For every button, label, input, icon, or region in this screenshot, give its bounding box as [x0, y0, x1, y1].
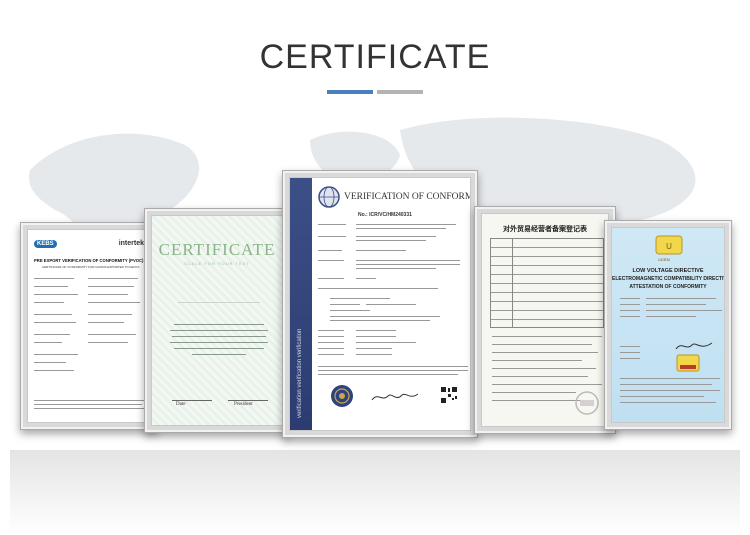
pvoc-subheading: CERTIFICATE OF CONFORMITY FOR GOODS EXPO… — [42, 265, 140, 269]
lvd-heading: LOW VOLTAGE DIRECTIVE — [632, 268, 704, 274]
globe-emblem-icon — [318, 186, 340, 208]
udem-logo-text: UDEM — [658, 257, 670, 262]
attestation-heading: ATTESTATION OF CONFORMITY — [629, 284, 707, 290]
certificate-frame-pvoc[interactable]: KEBS intertek PRE EXPORT VERIFICATION OF… — [20, 222, 158, 430]
date-label: Date — [176, 402, 186, 407]
udem-stamp-icon — [676, 354, 700, 372]
certificate-pvoc: KEBS intertek PRE EXPORT VERIFICATION OF… — [27, 229, 151, 423]
seal-icon — [331, 385, 353, 407]
pvoc-heading: PRE EXPORT VERIFICATION OF CONFORMITY (P… — [34, 258, 144, 263]
certificate-heading: CERTIFICATE — [158, 240, 276, 259]
certificate-frame-foreign-trade[interactable]: 对外贸易经营者备案登记表 — [474, 206, 616, 434]
registration-table — [490, 238, 604, 328]
intertek-logo: intertek — [118, 240, 144, 247]
qr-code-icon — [440, 386, 458, 404]
certificate-generic: CERTIFICATE SCALE FOR YOUR TEXT Date Pre… — [151, 215, 283, 426]
udem-logo-icon: U — [655, 235, 683, 255]
svg-text:U: U — [666, 242, 672, 251]
certificate-lvd-emc: U UDEM LOW VOLTAGE DIRECTIVE ELECTROMAGN… — [611, 227, 725, 423]
foreign-trade-heading: 对外贸易经营者备案登记表 — [503, 226, 587, 233]
certificate-number: No.: ICR/VC/HM240331 — [358, 212, 412, 218]
certificate-subheading: SCALE FOR YOUR TEXT — [184, 261, 250, 266]
official-seal-icon — [575, 391, 599, 415]
title-underline-blue — [327, 90, 373, 94]
kebs-logo: KEBS — [34, 240, 57, 248]
verification-heading: VERIFICATION OF CONFORMITY — [344, 192, 470, 202]
president-label: President — [234, 402, 253, 407]
certificate-frame-generic[interactable]: CERTIFICATE SCALE FOR YOUR TEXT Date Pre… — [144, 208, 290, 433]
signature-icon — [675, 342, 713, 350]
certificate-frame-verification[interactable]: verification verification verification V… — [282, 170, 478, 438]
side-strip-text: verification verification verification — [297, 328, 303, 418]
certificate-frame-lvd-emc[interactable]: U UDEM LOW VOLTAGE DIRECTIVE ELECTROMAGN… — [604, 220, 732, 430]
emc-heading: ELECTROMAGNETIC COMPATIBILITY DIRECTIVE — [612, 276, 725, 282]
certificate-foreign-trade: 对外贸易经营者备案登记表 — [481, 213, 609, 427]
title-underline-gray — [377, 90, 423, 94]
page-title: CERTIFICATE — [259, 38, 491, 76]
certificate-verification: verification verification verification V… — [289, 177, 471, 431]
shelf-reflection — [10, 450, 740, 535]
signature-icon — [371, 393, 419, 401]
